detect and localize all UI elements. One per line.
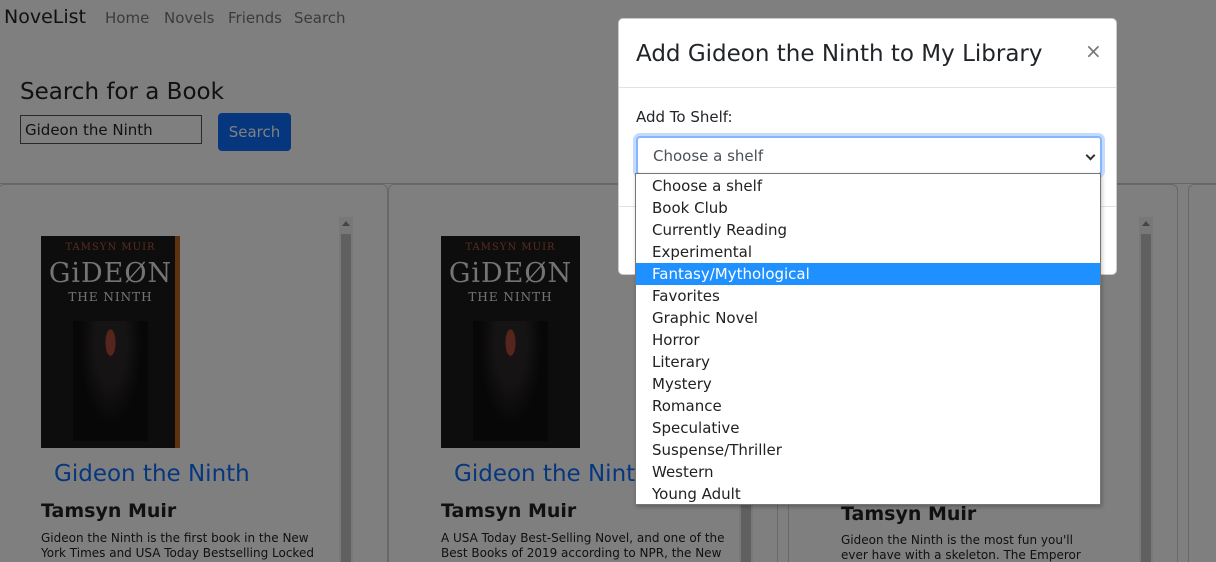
shelf-select-value: Choose a shelf xyxy=(653,147,764,165)
close-icon[interactable]: × xyxy=(1085,39,1102,63)
modal-title: Add Gideon the Ninth to My Library xyxy=(636,41,1043,67)
shelf-option[interactable]: Graphic Novel xyxy=(636,307,1100,329)
shelf-option[interactable]: Choose a shelf xyxy=(636,175,1100,197)
chevron-down-icon xyxy=(1085,150,1096,161)
shelf-option[interactable]: Currently Reading xyxy=(636,219,1100,241)
shelf-option[interactable]: Romance xyxy=(636,395,1100,417)
shelf-option[interactable]: Mystery xyxy=(636,373,1100,395)
shelf-option[interactable]: Suspense/Thriller xyxy=(636,439,1100,461)
shelf-option[interactable]: Young Adult xyxy=(636,483,1100,505)
shelf-option[interactable]: Book Club xyxy=(636,197,1100,219)
modal-header: Add Gideon the Ninth to My Library × xyxy=(619,19,1116,88)
shelf-option-highlighted[interactable]: Fantasy/Mythological xyxy=(636,263,1100,285)
shelf-option[interactable]: Experimental xyxy=(636,241,1100,263)
shelf-label: Add To Shelf: xyxy=(636,108,733,126)
shelf-option[interactable]: Speculative xyxy=(636,417,1100,439)
shelf-select[interactable]: Choose a shelf xyxy=(636,136,1102,175)
shelf-option[interactable]: Favorites xyxy=(636,285,1100,307)
shelf-options-list: Choose a shelf Book Club Currently Readi… xyxy=(635,173,1101,505)
shelf-option[interactable]: Western xyxy=(636,461,1100,483)
shelf-option[interactable]: Literary xyxy=(636,351,1100,373)
shelf-option[interactable]: Horror xyxy=(636,329,1100,351)
